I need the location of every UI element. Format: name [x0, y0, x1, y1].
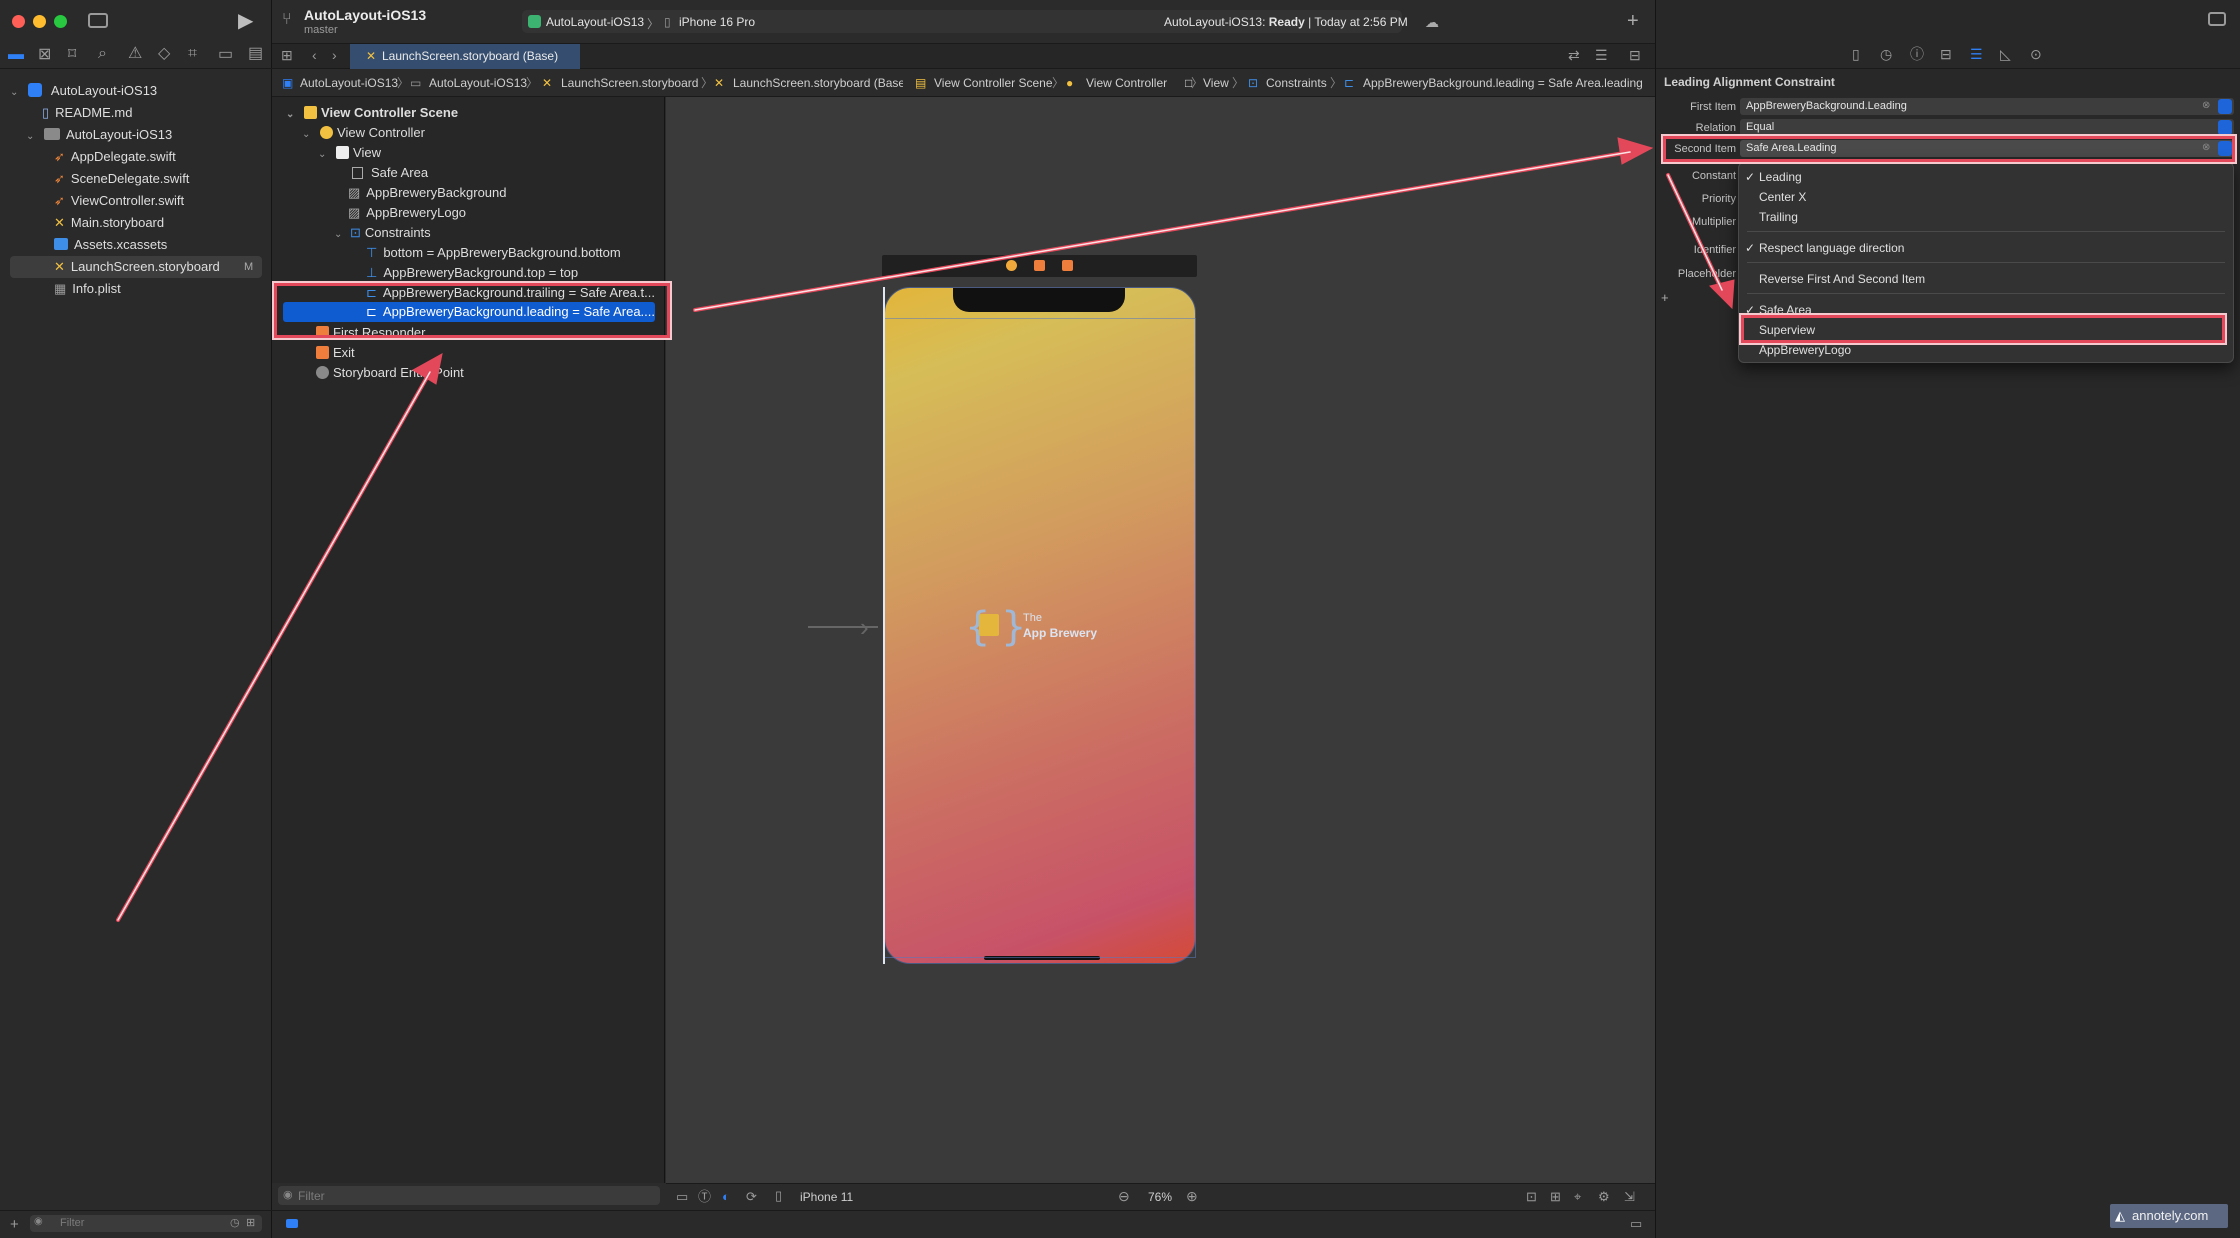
watermark: ◭ annotely.com	[2110, 1204, 2228, 1228]
arrow-to-inspector-head	[1617, 137, 1654, 165]
annotation-arrows	[116, 137, 1735, 922]
watermark-text: annotely.com	[2132, 1208, 2209, 1223]
arrow-to-superview-head	[1709, 279, 1735, 310]
xcode-window: ▶ ▬ ⊠ ⌑ ⌕ ⚠ ◇ ⌗ ▭ ▤ ⌄ AutoLayout-iOS13 ▯…	[0, 0, 2240, 1238]
watermark-logo-icon: ◭	[2115, 1208, 2125, 1223]
